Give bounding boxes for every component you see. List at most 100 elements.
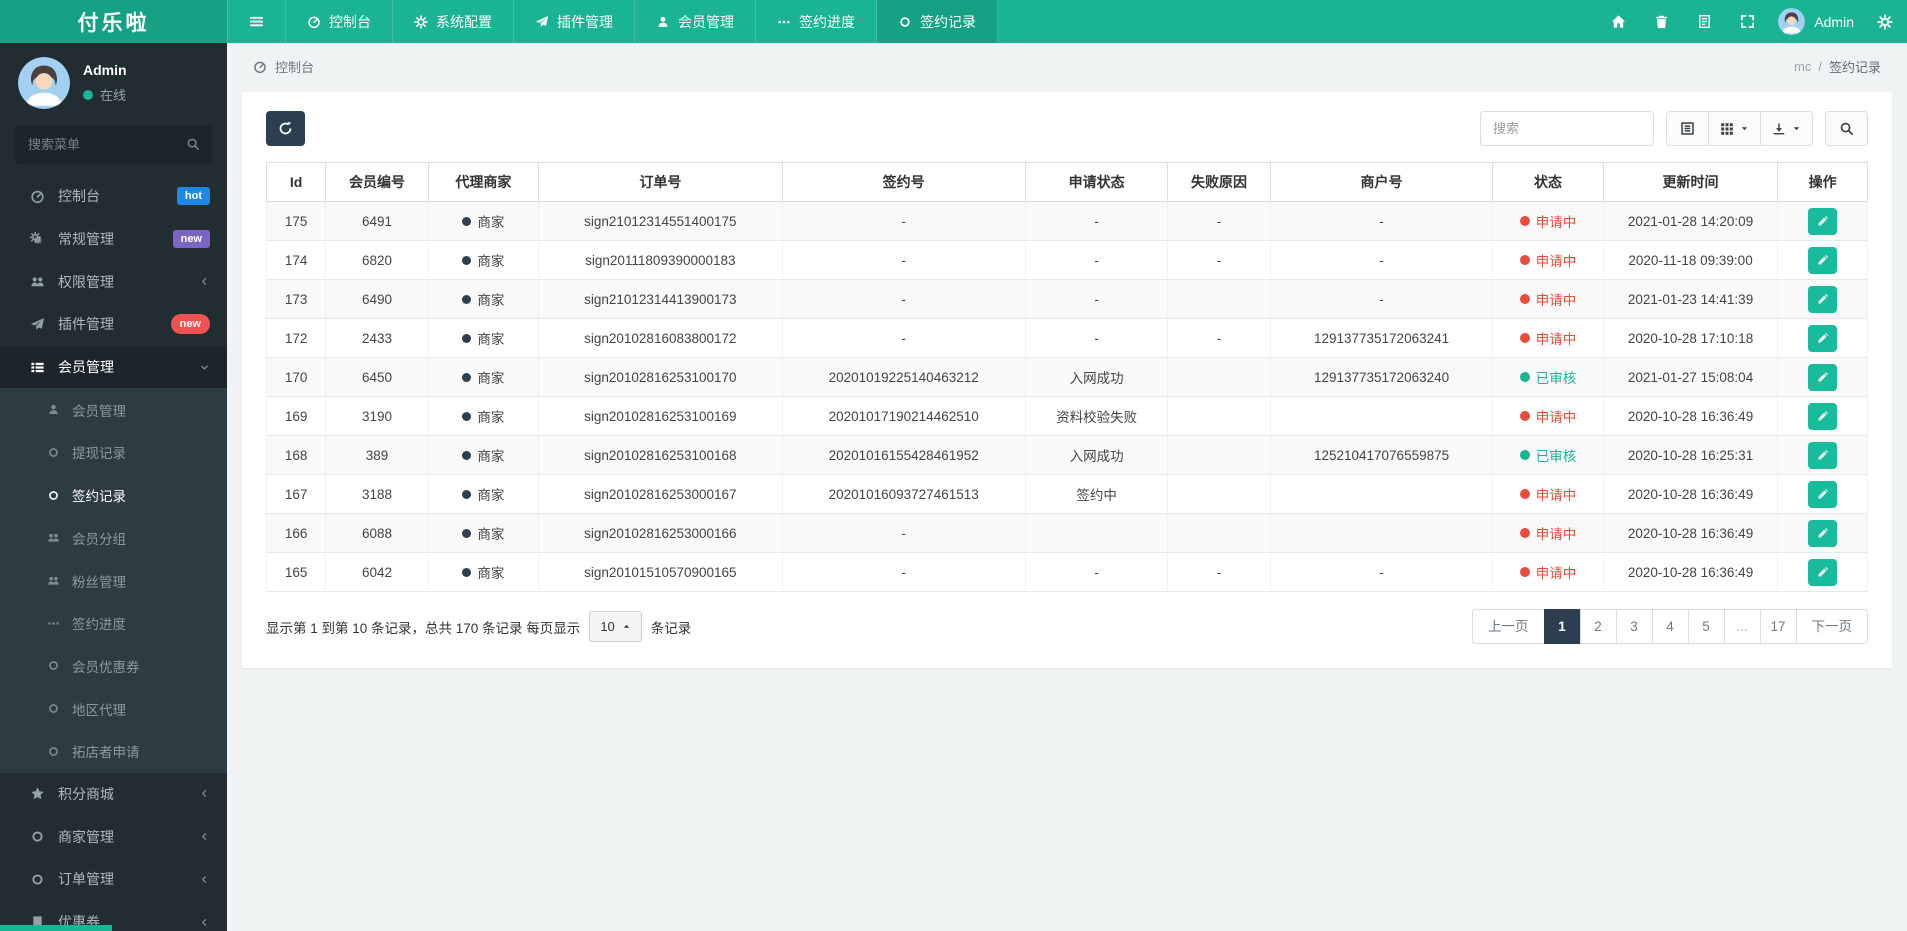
page-button-17[interactable]: 17 <box>1759 609 1797 644</box>
sidebar-subitem-7[interactable]: 地区代理 <box>0 687 227 730</box>
sidebar-item-label: 会员优惠券 <box>72 659 140 675</box>
sidebar-search-input[interactable] <box>15 125 212 164</box>
page-button-4[interactable]: 4 <box>1651 609 1689 644</box>
column-header-Id[interactable]: Id <box>265 162 327 202</box>
edit-button[interactable] <box>1808 324 1838 352</box>
status-badge: 申请中 <box>1519 289 1576 309</box>
sidebar-subitem-5[interactable]: 签约进度 <box>0 602 227 645</box>
sidebar-item-3[interactable]: 插件管理 new <box>0 303 227 346</box>
sidebar-subitem-8[interactable]: 拓店者申请 <box>0 730 227 773</box>
sidebar-item-7[interactable]: 订单管理 <box>0 858 227 901</box>
sidebar-item-label: 插件管理 <box>58 316 114 333</box>
document-button[interactable] <box>1683 0 1726 43</box>
column-header-更新时间[interactable]: 更新时间 <box>1602 162 1779 202</box>
cell-agent: 商家 <box>427 552 540 592</box>
status-dot-icon <box>1519 411 1530 421</box>
agent-dot-icon <box>462 333 472 343</box>
column-header-商户号[interactable]: 商户号 <box>1269 162 1494 202</box>
pencil-icon <box>1817 449 1829 461</box>
search-button[interactable] <box>1825 111 1868 146</box>
agent-label: 商家 <box>462 523 504 543</box>
cell-sign-no: 20201016155428461952 <box>781 435 1026 475</box>
sidebar-item-6[interactable]: 商家管理 <box>0 815 227 858</box>
column-header-操作[interactable]: 操作 <box>1777 162 1868 202</box>
circle-icon <box>898 15 912 29</box>
nav-tab-3[interactable]: 会员管理 <box>635 0 756 43</box>
page-size-dropdown[interactable]: 10 <box>589 611 642 642</box>
search-icon[interactable] <box>186 137 200 151</box>
columns-dropdown-button[interactable] <box>1708 111 1761 146</box>
sidebar-toggle-button[interactable] <box>227 0 286 43</box>
column-header-签约号[interactable]: 签约号 <box>781 162 1026 202</box>
page-button-下一页[interactable]: 下一页 <box>1795 609 1868 644</box>
expand-button[interactable] <box>1726 0 1769 43</box>
page-button-上一页[interactable]: 上一页 <box>1472 609 1545 644</box>
edit-button[interactable] <box>1808 207 1838 235</box>
status-dot-icon <box>1519 450 1530 460</box>
column-header-失败原因[interactable]: 失败原因 <box>1167 162 1271 202</box>
agent-dot-icon <box>462 372 472 382</box>
edit-button[interactable] <box>1808 246 1838 274</box>
agent-label: 商家 <box>462 406 504 426</box>
sidebar-subitem-1[interactable]: 提现记录 <box>0 431 227 474</box>
table-header-row: Id 会员编号 代理商家 订单号 签约号 申请状态 失败原因 商户号 状态 更新时间 操作 <box>265 162 1868 202</box>
page-button-2[interactable]: 2 <box>1579 609 1617 644</box>
cell-id: 173 <box>265 279 327 319</box>
nav-tab-4[interactable]: 签约进度 <box>756 0 877 43</box>
sidebar-item-label: 会员管理 <box>72 403 126 419</box>
edit-button[interactable] <box>1808 285 1838 313</box>
edit-button[interactable] <box>1808 480 1838 508</box>
page-button-3[interactable]: 3 <box>1615 609 1653 644</box>
home-button[interactable] <box>1597 0 1640 43</box>
refresh-button[interactable] <box>266 111 305 146</box>
sidebar-subitem-2[interactable]: 签约记录 <box>0 474 227 517</box>
column-header-申请状态[interactable]: 申请状态 <box>1024 162 1169 202</box>
settings-button[interactable] <box>1863 0 1907 43</box>
nav-tab-2[interactable]: 插件管理 <box>514 0 635 43</box>
edit-button[interactable] <box>1808 363 1838 391</box>
export-dropdown-button[interactable] <box>1760 111 1813 146</box>
dashboard-icon <box>307 15 321 29</box>
cell-fail-reason: - <box>1167 552 1271 592</box>
breadcrumb-crumb[interactable]: mc <box>1794 59 1811 74</box>
sidebar-subitem-4[interactable]: 粉丝管理 <box>0 559 227 602</box>
cell-apply-status: 入网成功 <box>1024 357 1169 397</box>
column-header-状态[interactable]: 状态 <box>1492 162 1604 202</box>
edit-button[interactable] <box>1808 441 1838 469</box>
cell-updated: 2021-01-28 14:20:09 <box>1602 201 1779 241</box>
pagination: 上一页 1 2 3 4 5... 17 下一页 <box>1472 609 1868 644</box>
sidebar-item-1[interactable]: 常规管理 new <box>0 218 227 261</box>
toggle-view-button[interactable] <box>1666 111 1709 146</box>
trash-button[interactable] <box>1640 0 1683 43</box>
cell-apply-status <box>1024 513 1169 553</box>
column-header-代理商家[interactable]: 代理商家 <box>427 162 540 202</box>
column-header-会员编号[interactable]: 会员编号 <box>325 162 429 202</box>
page-button-5[interactable]: 5 <box>1687 609 1725 644</box>
caret-up-icon <box>622 622 631 631</box>
page-button-1[interactable]: 1 <box>1543 609 1581 644</box>
avatar[interactable] <box>18 57 70 109</box>
sidebar-item-5[interactable]: 积分商城 <box>0 773 227 816</box>
agent-dot-icon <box>462 294 472 304</box>
nav-tab-5[interactable]: 签约记录 <box>877 0 998 43</box>
cell-agent: 商家 <box>427 201 540 241</box>
sidebar-item-label: 会员管理 <box>58 359 114 376</box>
sidebar-subitem-6[interactable]: 会员优惠券 <box>0 645 227 688</box>
home-icon <box>1611 14 1626 29</box>
page-button-...[interactable]: ... <box>1723 609 1761 644</box>
edit-button[interactable] <box>1808 519 1838 547</box>
sidebar-subitem-0[interactable]: 会员管理 <box>0 388 227 431</box>
user-menu[interactable]: Admin <box>1769 8 1863 35</box>
nav-tab-1[interactable]: 系统配置 <box>393 0 514 43</box>
edit-button[interactable] <box>1808 402 1838 430</box>
sidebar-item-4[interactable]: 会员管理 <box>0 345 227 389</box>
badge-new: new <box>172 230 210 249</box>
sidebar-subitem-3[interactable]: 会员分组 <box>0 517 227 560</box>
edit-button[interactable] <box>1808 558 1838 586</box>
table-search-input[interactable] <box>1480 111 1654 146</box>
sidebar-item-2[interactable]: 权限管理 <box>0 260 227 303</box>
sidebar-item-0[interactable]: 控制台 hot <box>0 175 227 218</box>
column-header-订单号[interactable]: 订单号 <box>538 162 783 202</box>
brand-logo[interactable]: 付乐啦 <box>0 0 227 43</box>
nav-tab-0[interactable]: 控制台 <box>286 0 393 43</box>
